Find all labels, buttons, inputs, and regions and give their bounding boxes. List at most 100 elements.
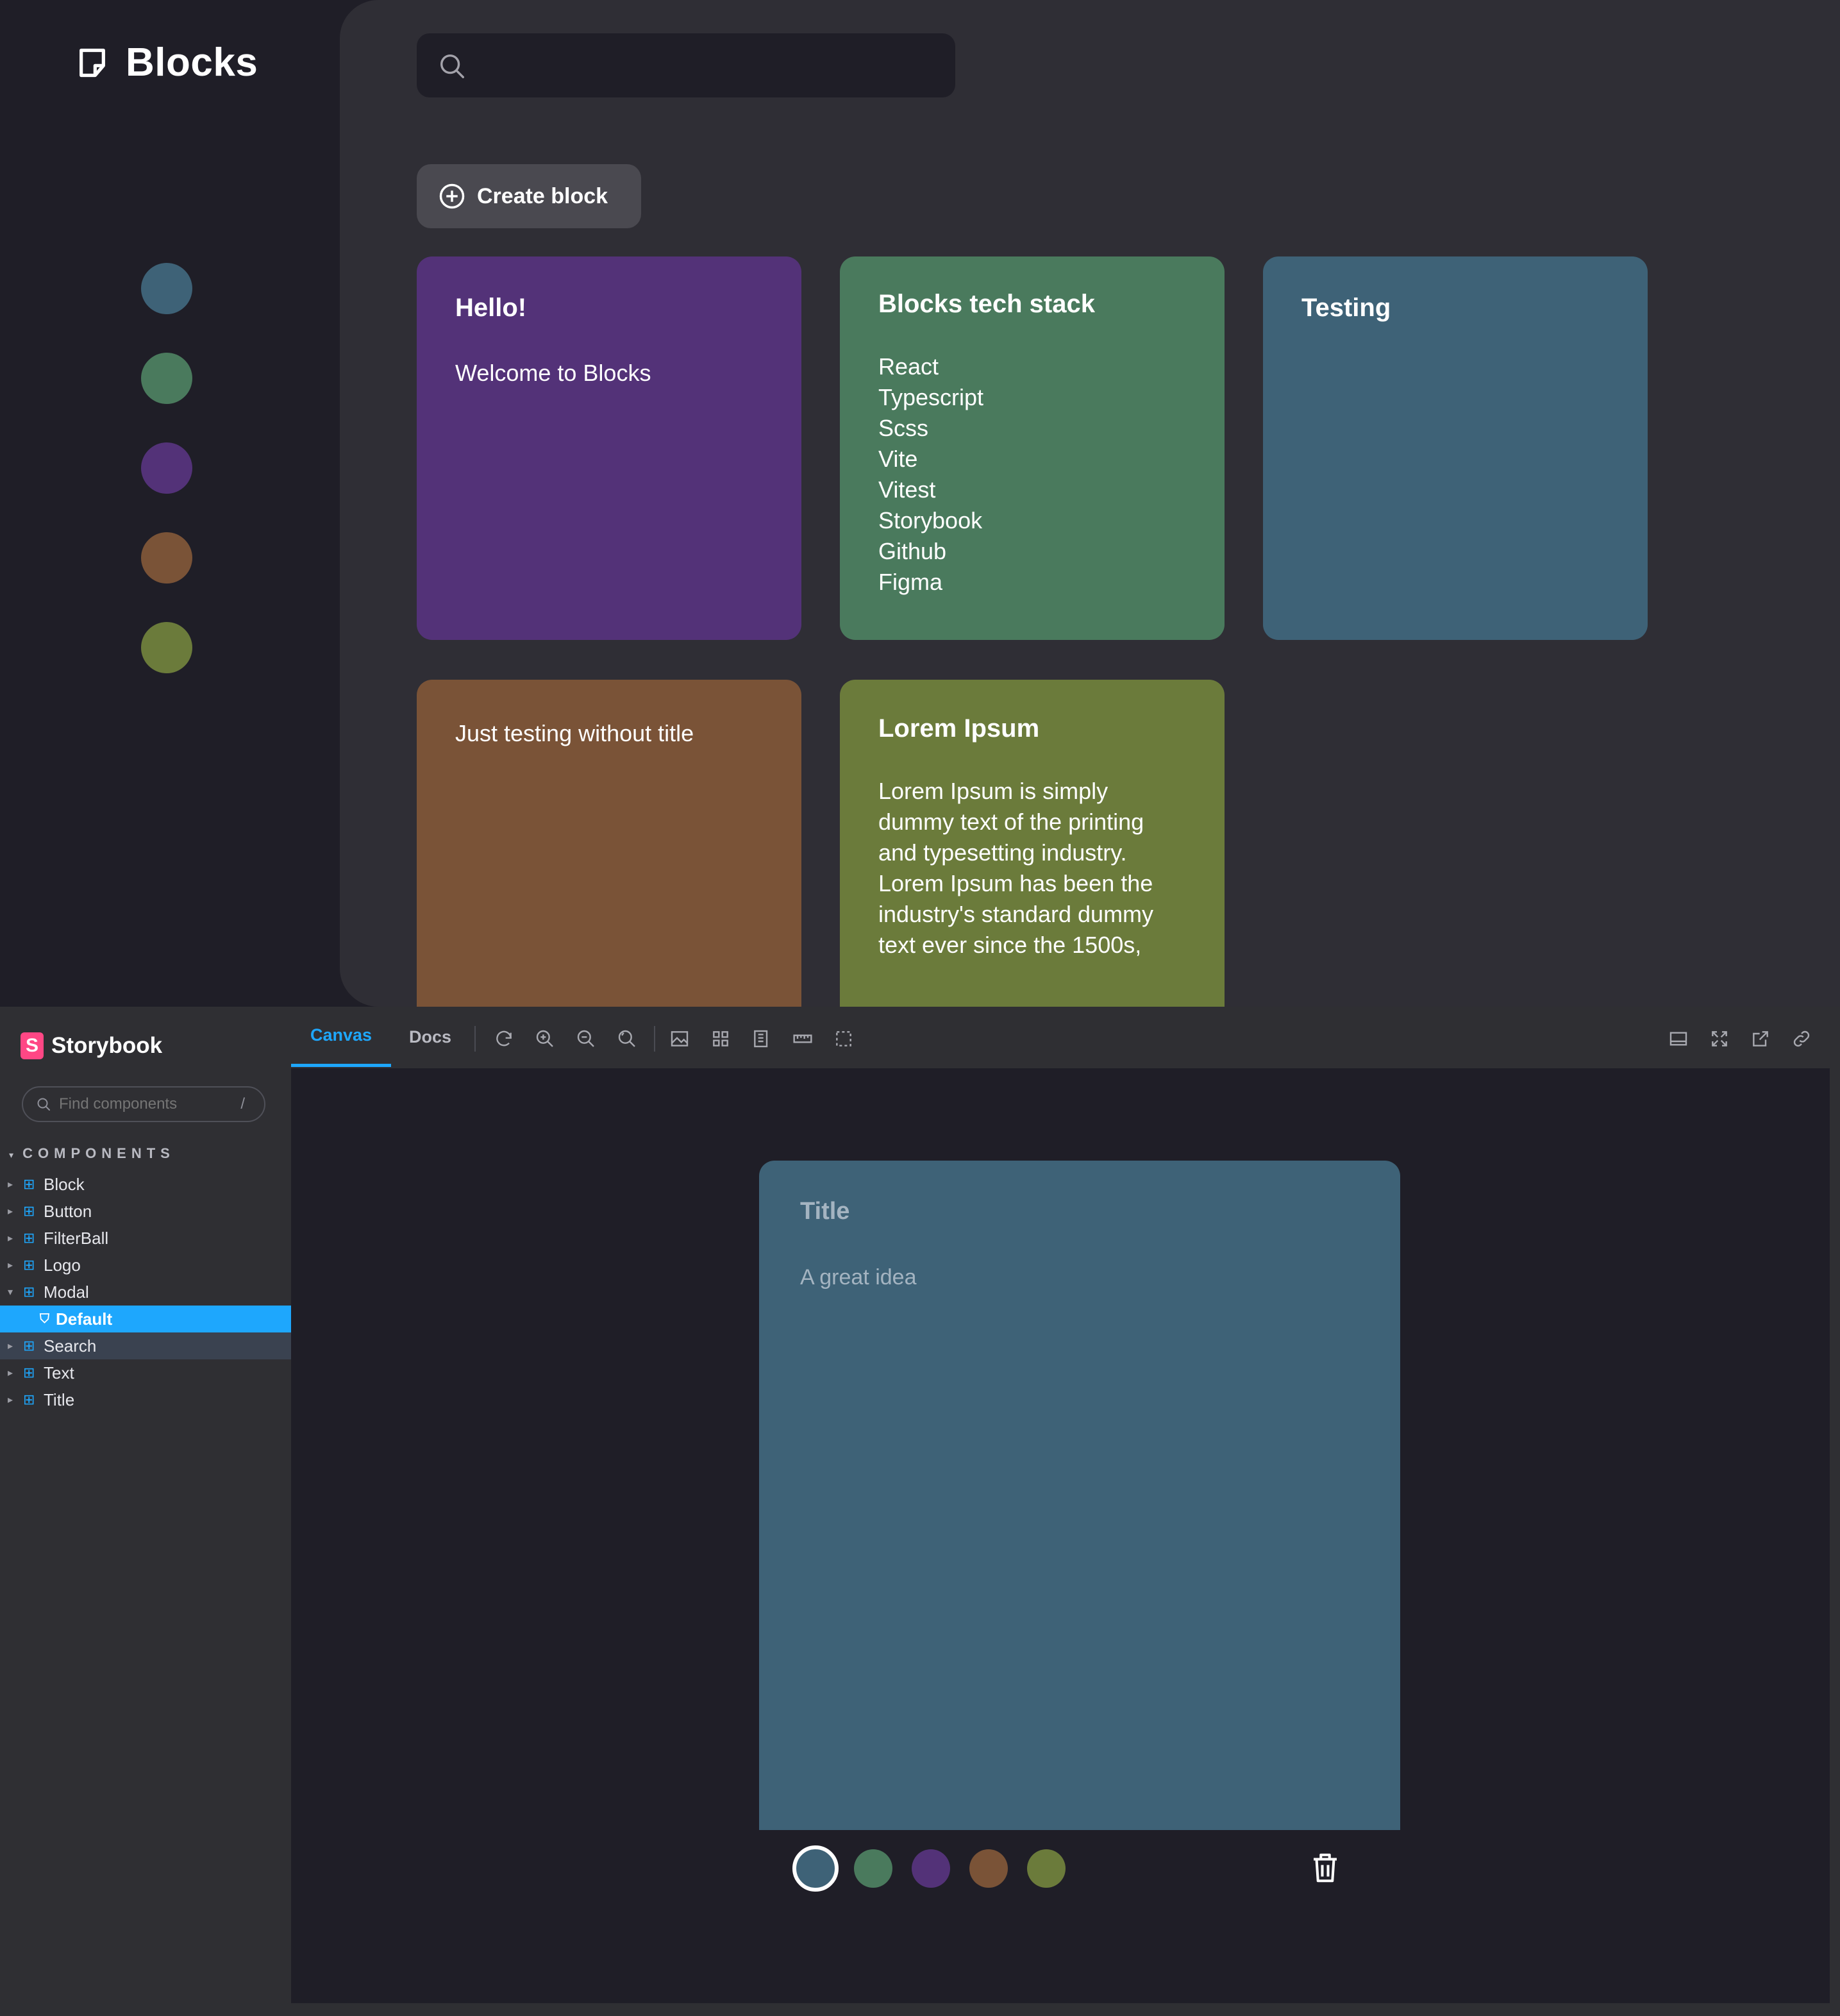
filter-ball-blue[interactable] — [141, 263, 192, 314]
storybook-canvas: Title A great idea — [291, 1068, 1830, 2003]
tab-docs[interactable]: Docs — [409, 1007, 451, 1067]
find-components-input[interactable] — [59, 1095, 219, 1113]
component-tree: ▸ ⊞ Block ▸ ⊞ Button ▸ ⊞ FilterBall ▸ ⊞ Logo ▾ ⊞ M… — [0, 1171, 291, 1413]
component-icon: ⊞ — [23, 1230, 35, 1246]
block-text: Just testing without title — [455, 720, 694, 746]
logo[interactable]: Blocks — [76, 40, 258, 85]
storybook-toolbar: Canvas Docs — [291, 1007, 1830, 1068]
find-components-field[interactable]: / — [22, 1086, 265, 1122]
storybook-icon: S — [21, 1032, 44, 1059]
search-icon — [37, 1098, 50, 1111]
tree-item-default-story[interactable]: ⛉ Default — [0, 1306, 291, 1332]
modal-title-input[interactable]: Title — [800, 1198, 1359, 1225]
tree-item-label: Button — [44, 1201, 92, 1221]
block-text: Welcome to Blocks — [455, 360, 651, 386]
measure-icon[interactable] — [792, 1029, 813, 1049]
viewport-icon[interactable] — [751, 1029, 772, 1049]
block-card[interactable]: Blocks tech stack React Typescript Scss … — [840, 256, 1225, 640]
color-option-purple[interactable] — [912, 1849, 950, 1888]
storybook-brand-text: Storybook — [51, 1033, 163, 1058]
link-icon[interactable] — [1791, 1029, 1812, 1049]
blocks-app: Blocks Create block Hello! Welcome to Bl… — [0, 0, 1840, 1007]
component-icon: ⊞ — [23, 1391, 35, 1407]
open-new-tab-icon[interactable] — [1750, 1029, 1771, 1049]
note-icon — [79, 48, 105, 77]
color-option-brown[interactable] — [969, 1849, 1008, 1888]
component-icon: ⊞ — [23, 1365, 35, 1381]
components-section-label: COMPONENTS — [22, 1145, 175, 1161]
tree-item-label: Block — [44, 1174, 85, 1194]
zoom-in-icon[interactable] — [535, 1029, 555, 1049]
filter-ball-brown[interactable] — [141, 532, 192, 584]
tree-item-label: Logo — [44, 1255, 81, 1275]
fullscreen-icon[interactable] — [1709, 1029, 1730, 1049]
tree-item-filterball[interactable]: ▸ ⊞ FilterBall — [0, 1225, 291, 1252]
color-option-green[interactable] — [854, 1849, 892, 1888]
create-block-label: Create block — [477, 183, 608, 208]
component-icon: ⊞ — [23, 1176, 35, 1192]
tree-item-label: Default — [56, 1309, 113, 1329]
toolbar-divider — [654, 1026, 655, 1052]
chevron-right-icon: ▸ — [8, 1341, 13, 1352]
tree-item-search[interactable]: ▸ ⊞ Search — [0, 1332, 291, 1359]
app-sidebar: Blocks — [0, 0, 340, 1007]
chevron-right-icon: ▸ — [8, 1206, 13, 1217]
tab-label: Docs — [409, 1027, 452, 1046]
tree-item-modal[interactable]: ▾ ⊞ Modal — [0, 1279, 291, 1306]
tree-item-button[interactable]: ▸ ⊞ Button — [0, 1198, 291, 1225]
outline-icon[interactable] — [833, 1029, 854, 1049]
filter-ball-green[interactable] — [141, 353, 192, 404]
tree-item-title[interactable]: ▸ ⊞ Title — [0, 1386, 291, 1413]
component-icon: ⊞ — [23, 1257, 35, 1273]
component-icon: ⊞ — [23, 1284, 35, 1300]
filter-ball-purple[interactable] — [141, 442, 192, 494]
zoom-out-icon[interactable] — [576, 1029, 596, 1049]
create-block-button[interactable]: Create block — [417, 164, 641, 228]
trash-icon[interactable] — [1308, 1851, 1342, 1885]
components-section-header[interactable]: ▾ COMPONENTS — [9, 1145, 175, 1162]
shortcut-hint: / — [240, 1095, 245, 1113]
component-icon: ⊞ — [23, 1203, 35, 1219]
tree-item-label: Search — [44, 1336, 97, 1356]
tree-item-label: Title — [44, 1390, 75, 1409]
block-title: Lorem Ipsum — [878, 714, 1040, 743]
chevron-right-icon: ▸ — [8, 1368, 13, 1379]
block-card[interactable]: Lorem Ipsum Lorem Ipsum is simply dummy … — [840, 680, 1225, 1007]
block-text: Lorem Ipsum is simply dummy text of the … — [878, 778, 1154, 958]
zoom-reset-icon[interactable] — [617, 1029, 637, 1049]
tree-item-text[interactable]: ▸ ⊞ Text — [0, 1359, 291, 1386]
color-option-olive[interactable] — [1027, 1849, 1066, 1888]
storybook-sidebar: S Storybook / ▾ COMPONENTS ▸ ⊞ Block ▸ ⊞ But… — [0, 1007, 291, 2016]
app-main: Create block Hello! Welcome to Blocks Bl… — [340, 0, 1840, 1007]
storybook: S Storybook / ▾ COMPONENTS ▸ ⊞ Block ▸ ⊞ But… — [0, 1007, 1840, 2016]
reload-icon[interactable] — [494, 1029, 514, 1049]
tree-item-label: FilterBall — [44, 1228, 109, 1248]
filter-ball-olive[interactable] — [141, 622, 192, 673]
chevron-down-icon: ▾ — [9, 1150, 14, 1160]
panel-toggle-icon[interactable] — [1668, 1029, 1689, 1049]
block-title: Hello! — [455, 294, 527, 322]
search-icon — [440, 54, 464, 78]
search-input[interactable] — [417, 33, 955, 97]
tree-item-logo[interactable]: ▸ ⊞ Logo — [0, 1252, 291, 1279]
background-icon[interactable] — [669, 1029, 690, 1049]
block-card[interactable]: Testing — [1263, 256, 1648, 640]
chevron-right-icon: ▸ — [8, 1179, 13, 1190]
modal: Title A great idea — [759, 1161, 1400, 1830]
chevron-right-icon: ▸ — [8, 1260, 13, 1271]
modal-text-input[interactable]: A great idea — [800, 1265, 1359, 1290]
block-card[interactable]: Just testing without title — [417, 680, 801, 1007]
plus-circle-icon — [439, 183, 465, 209]
block-card[interactable]: Hello! Welcome to Blocks — [417, 256, 801, 640]
color-option-blue[interactable] — [792, 1845, 839, 1892]
chevron-right-icon: ▸ — [8, 1233, 13, 1244]
tree-item-block[interactable]: ▸ ⊞ Block — [0, 1171, 291, 1198]
storybook-brand[interactable]: S Storybook — [21, 1032, 162, 1059]
grid-icon[interactable] — [710, 1029, 731, 1049]
tab-canvas[interactable]: Canvas — [291, 1007, 392, 1067]
chevron-right-icon: ▸ — [8, 1395, 13, 1406]
logo-text: Blocks — [126, 40, 258, 85]
block-title: Blocks tech stack — [878, 290, 1095, 318]
toolbar-divider — [474, 1026, 476, 1052]
tree-item-label: Text — [44, 1363, 74, 1382]
